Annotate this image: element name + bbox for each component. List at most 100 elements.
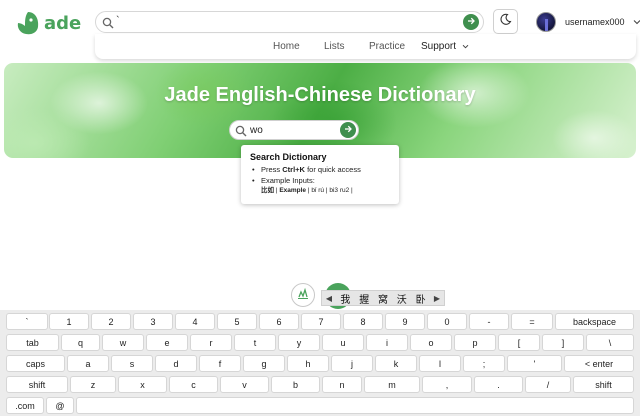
header-search-bar[interactable]: ` <box>95 11 484 33</box>
key[interactable]: 5 <box>217 313 257 330</box>
key[interactable]: g <box>243 355 285 372</box>
key[interactable]: ; <box>463 355 505 372</box>
shortcut-suffix: for quick access <box>304 165 361 174</box>
key[interactable]: 7 <box>301 313 341 330</box>
theme-toggle-button[interactable] <box>493 9 518 34</box>
dictionary-search-submit-button[interactable] <box>340 122 356 138</box>
key-shift-left[interactable]: shift <box>6 376 68 393</box>
logo[interactable]: ade <box>16 10 81 36</box>
key-enter[interactable]: < enter <box>564 355 634 372</box>
key[interactable]: r <box>190 334 232 351</box>
key-caps[interactable]: caps <box>6 355 65 372</box>
key-tab[interactable]: tab <box>6 334 59 351</box>
key[interactable]: , <box>422 376 472 393</box>
key[interactable]: s <box>111 355 153 372</box>
key[interactable]: o <box>410 334 452 351</box>
nav-support-label: Support <box>421 41 457 52</box>
ime-candidates: 我 握 窝 沃 卧 <box>336 291 430 306</box>
chevron-down-icon <box>633 18 640 27</box>
key[interactable]: u <box>322 334 364 351</box>
key[interactable]: 3 <box>133 313 173 330</box>
key[interactable]: 9 <box>385 313 425 330</box>
key-backslash[interactable]: \ <box>586 334 634 351</box>
key[interactable]: p <box>454 334 496 351</box>
key[interactable]: 0 <box>427 313 467 330</box>
key[interactable]: i <box>366 334 408 351</box>
example-numbered-pinyin[interactable]: bi3 ru2 <box>329 187 349 194</box>
ime-candidate[interactable]: 我 <box>340 291 350 306</box>
key-space[interactable] <box>76 397 634 414</box>
key[interactable]: 6 <box>259 313 299 330</box>
key[interactable]: [ <box>498 334 540 351</box>
key[interactable]: d <box>155 355 197 372</box>
arrow-right-icon <box>343 121 353 139</box>
jade-leaf-icon <box>16 10 40 36</box>
header-search-input[interactable]: ` <box>116 15 120 27</box>
key[interactable]: j <box>331 355 373 372</box>
example-pinyin[interactable]: bǐ rú <box>311 187 324 194</box>
key[interactable]: e <box>146 334 188 351</box>
virtual-keyboard: ` 1 2 3 4 5 6 7 8 9 0 - = backspace tab … <box>0 310 640 416</box>
key[interactable]: h <box>287 355 329 372</box>
key[interactable]: l <box>419 355 461 372</box>
ime-candidate[interactable]: 窝 <box>378 291 388 306</box>
key[interactable]: ` <box>6 313 48 330</box>
handwriting-icon <box>296 286 310 305</box>
key[interactable]: / <box>525 376 571 393</box>
dictionary-search-bar[interactable]: wo <box>229 120 359 140</box>
key[interactable]: v <box>220 376 269 393</box>
key[interactable]: 1 <box>49 313 89 330</box>
key[interactable]: z <box>70 376 116 393</box>
key[interactable]: w <box>102 334 144 351</box>
example-chinese[interactable]: 比如 <box>261 187 274 194</box>
key[interactable]: - <box>469 313 509 330</box>
key[interactable]: 2 <box>91 313 131 330</box>
key[interactable]: ] <box>542 334 584 351</box>
key-dotcom[interactable]: .com <box>6 397 44 414</box>
ime-candidate-bar: ◀ 我 握 窝 沃 卧 ▶ <box>321 290 445 306</box>
logo-text: ade <box>44 12 82 34</box>
key[interactable]: ' <box>507 355 562 372</box>
header-search-submit-button[interactable] <box>463 14 479 30</box>
ime-candidate[interactable]: 沃 <box>397 291 407 306</box>
key[interactable]: t <box>234 334 276 351</box>
nav-home[interactable]: Home <box>273 41 300 52</box>
key[interactable]: c <box>169 376 218 393</box>
search-icon <box>235 124 247 142</box>
key[interactable]: = <box>511 313 553 330</box>
user-menu[interactable]: usernamex000 <box>536 12 640 32</box>
dictionary-search-input[interactable]: wo <box>250 125 263 136</box>
example-inputs: 比如 | Example | bǐ rú | bi3 ru2 | <box>250 186 390 195</box>
key[interactable]: b <box>271 376 320 393</box>
example-separator: | <box>349 187 353 194</box>
key[interactable]: k <box>375 355 417 372</box>
ime-candidate[interactable]: 握 <box>359 291 369 306</box>
key[interactable]: x <box>118 376 167 393</box>
key-backspace[interactable]: backspace <box>555 313 634 330</box>
nav-lists[interactable]: Lists <box>324 41 345 52</box>
key[interactable]: f <box>199 355 241 372</box>
key-at[interactable]: @ <box>46 397 74 414</box>
triangle-right-icon[interactable]: ▶ <box>430 294 444 303</box>
key[interactable]: 4 <box>175 313 215 330</box>
key[interactable]: . <box>474 376 523 393</box>
example-english[interactable]: Example <box>279 187 306 194</box>
search-help-dropdown: Search Dictionary Press Ctrl+K for quick… <box>241 145 399 204</box>
key[interactable]: y <box>278 334 320 351</box>
key[interactable]: a <box>67 355 109 372</box>
nav-practice[interactable]: Practice <box>369 41 405 52</box>
nav-support[interactable]: Support <box>421 41 469 52</box>
key[interactable]: 8 <box>343 313 383 330</box>
hero-banner: Jade English-Chinese Dictionary <box>4 63 636 158</box>
page-title: Jade English-Chinese Dictionary <box>164 84 476 106</box>
key[interactable]: n <box>322 376 362 393</box>
examples-label: Example Inputs: <box>250 175 390 186</box>
shortcut-key: Ctrl+K <box>282 165 305 174</box>
handwriting-input-button[interactable] <box>291 283 315 307</box>
triangle-left-icon[interactable]: ◀ <box>322 294 336 303</box>
search-icon <box>102 16 114 34</box>
key-shift-right[interactable]: shift <box>573 376 634 393</box>
ime-candidate[interactable]: 卧 <box>416 291 426 306</box>
key[interactable]: q <box>61 334 100 351</box>
key[interactable]: m <box>364 376 420 393</box>
